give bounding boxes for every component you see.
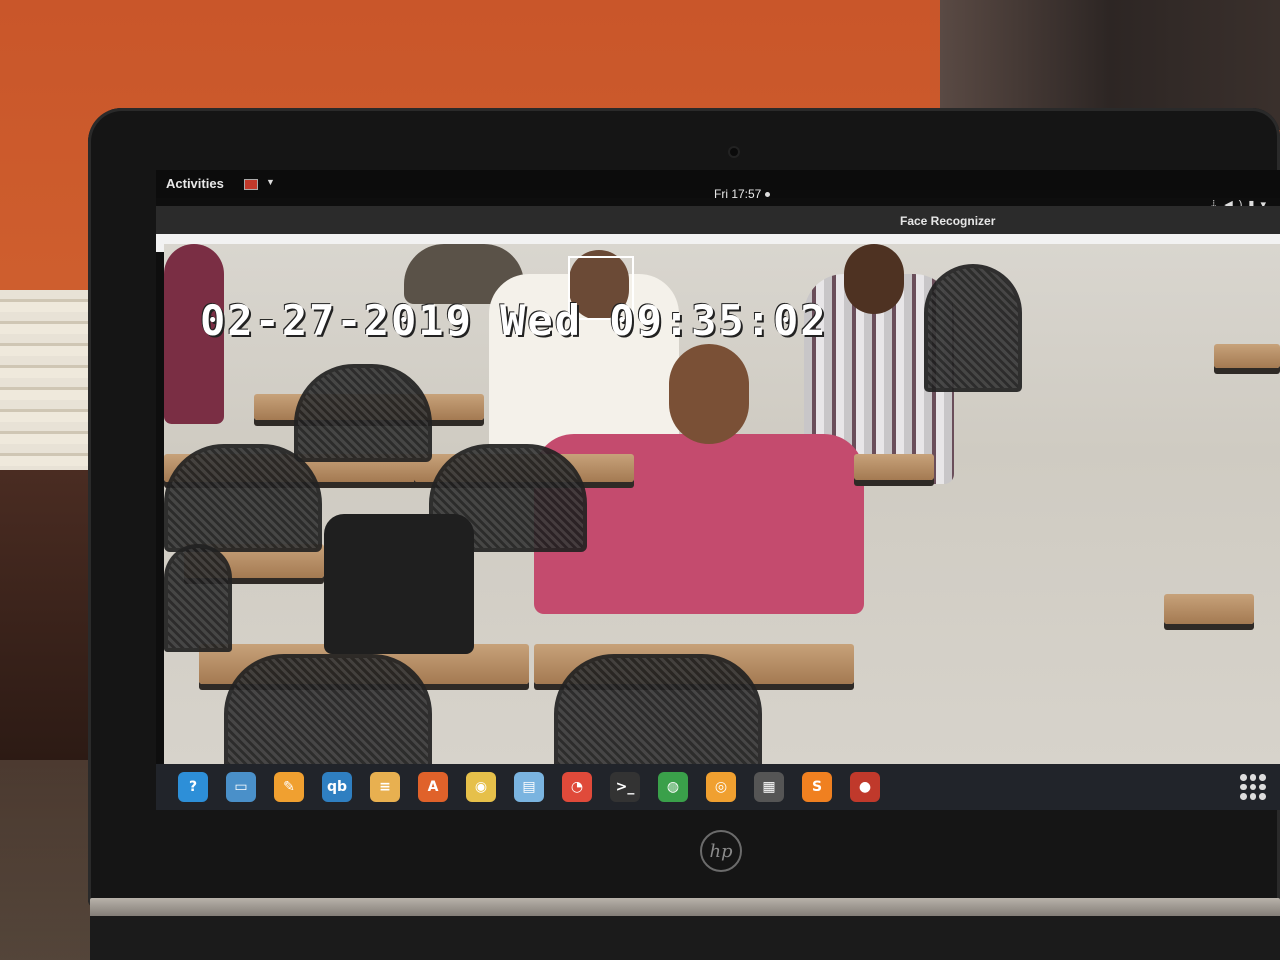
clock[interactable]: Fri 17:57 [714, 187, 771, 201]
terminal-icon[interactable]: >_ [610, 772, 640, 802]
show-applications-icon[interactable] [1240, 774, 1266, 800]
bench [1164, 594, 1254, 624]
chair [294, 364, 432, 462]
video-editor-icon[interactable]: ▦ [754, 772, 784, 802]
webcam [730, 148, 738, 156]
disk-icon[interactable]: ◎ [706, 772, 736, 802]
hp-logo: hp [700, 830, 742, 872]
chrome-icon[interactable]: ◍ [658, 772, 688, 802]
student-plaid-head [844, 244, 904, 314]
app-menu-icon[interactable] [244, 179, 258, 190]
image-viewer-icon[interactable]: ◉ [466, 772, 496, 802]
top-panel: Activities ▼ Fri 17:57 ⇣◀)▮▾ [156, 170, 1280, 211]
chair [924, 264, 1022, 392]
window-title: Face Recognizer [900, 214, 996, 228]
backpack [324, 514, 474, 654]
screenshot-icon[interactable]: ◔ [562, 772, 592, 802]
window-titlebar[interactable]: Face Recognizer [156, 206, 1280, 234]
camera-feed: 02-27-2019 Wed 09:35:02 [164, 244, 1280, 764]
software-center-icon[interactable]: A [418, 772, 448, 802]
notes-icon[interactable]: ≡ [370, 772, 400, 802]
document-viewer-icon[interactable]: ▤ [514, 772, 544, 802]
student-pink-head [669, 344, 749, 444]
help-icon[interactable]: ? [178, 772, 208, 802]
activities-button[interactable]: Activities [166, 176, 224, 191]
dock: ? ▭ ✎ qb ≡ A ◉ ▤ ◔ >_ ◍ ◎ ▦ S ● [156, 764, 1280, 810]
timestamp-overlay: 02-27-2019 Wed 09:35:02 [200, 296, 828, 345]
bench [854, 454, 934, 480]
screen: Activities ▼ Fri 17:57 ⇣◀)▮▾ Face Recogn… [156, 170, 1280, 810]
files-icon[interactable]: ▭ [226, 772, 256, 802]
chevron-down-icon[interactable]: ▼ [266, 177, 275, 187]
laptop-hinge [90, 898, 1280, 918]
keyboard-deck [90, 916, 1280, 960]
chair [164, 444, 322, 552]
notification-dot [765, 192, 771, 198]
face-recognizer-app-icon[interactable]: ● [850, 772, 880, 802]
chair [554, 654, 762, 764]
chair [224, 654, 432, 764]
text-editor-icon[interactable]: ✎ [274, 772, 304, 802]
chair [164, 544, 232, 652]
bench [1214, 344, 1280, 368]
qbittorrent-icon[interactable]: qb [322, 772, 352, 802]
sublime-text-icon[interactable]: S [802, 772, 832, 802]
